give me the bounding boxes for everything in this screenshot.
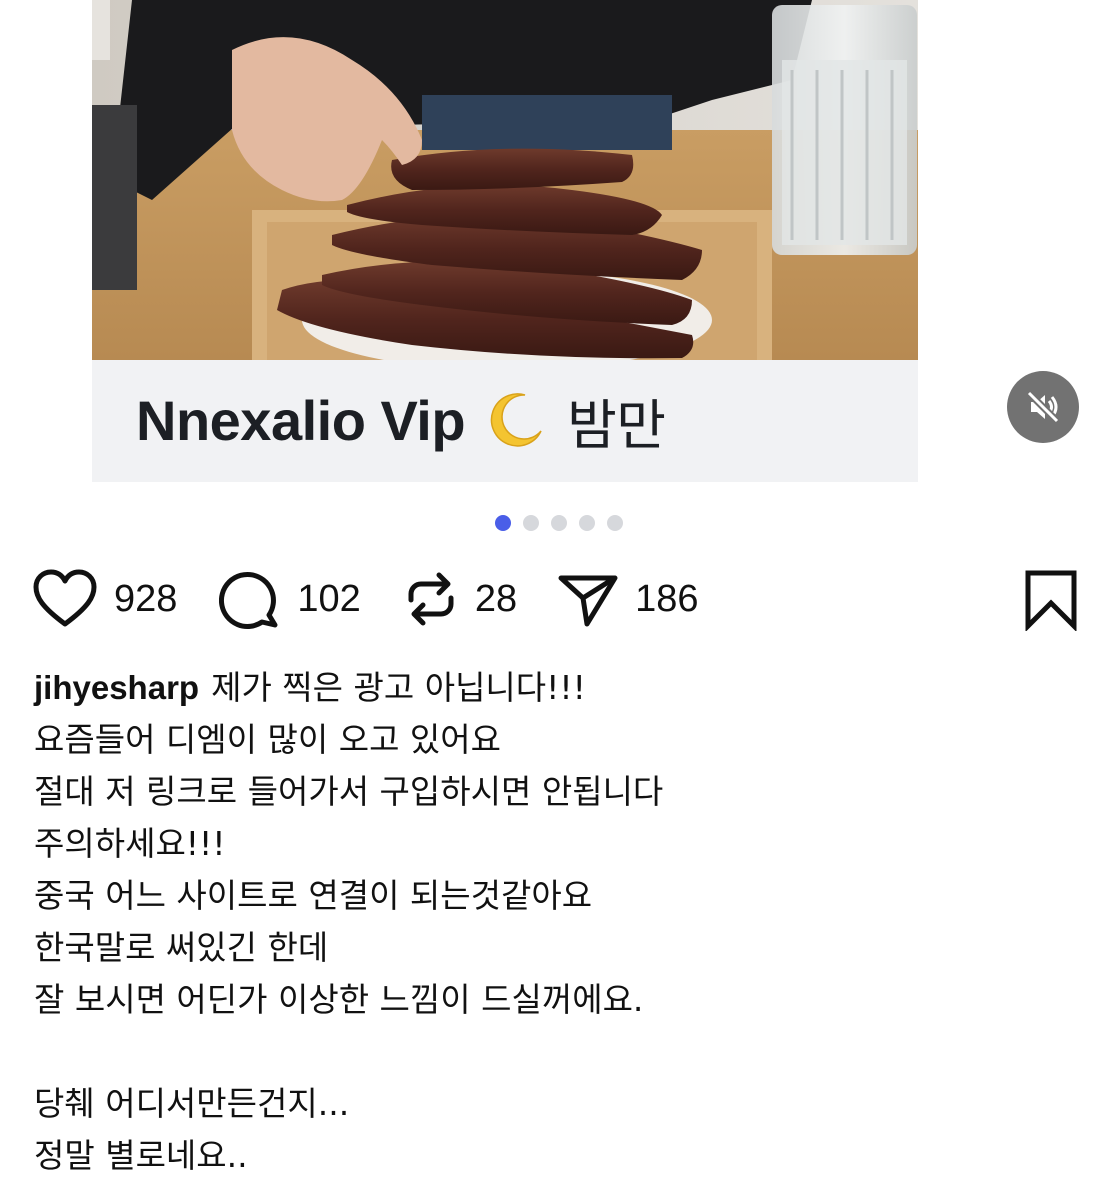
comment-button[interactable]: 102 [219,566,361,632]
crescent-moon-icon [487,391,545,449]
post-caption: jihyesharp 제가 찍은 광고 아닙니다!!! 요즘들어 디엠이 많이 오… [34,662,1094,1182]
repost-button[interactable]: 28 [403,566,517,632]
post-text-line: 제가 찍은 광고 아닙니다!!! [211,668,586,707]
post-first-line: jihyesharp 제가 찍은 광고 아닙니다!!! [34,662,1094,714]
post-text-line: 절대 저 링크로 들어가서 구입하시면 안됩니다 [34,772,664,811]
caption-korean: 밤만 [567,393,666,457]
share-count: 186 [635,577,699,620]
share-button[interactable]: 186 [557,566,699,632]
post-text-line: 한국말로 써있긴 한데 [34,928,329,967]
carousel-dot[interactable] [579,515,595,531]
carousel-indicator[interactable] [495,515,623,531]
speaker-muted-icon [1026,390,1060,424]
mute-button[interactable] [1007,371,1079,443]
post-media[interactable]: Nnexalio Vip 밤만 [92,0,918,482]
carousel-dot[interactable] [607,515,623,531]
comment-count: 102 [297,577,361,620]
media-caption-bar: Nnexalio Vip 밤만 [92,360,918,482]
carousel-dot[interactable] [523,515,539,531]
post-action-bar: 928 102 28 186 [32,566,699,632]
like-count: 928 [114,577,178,620]
heart-icon [33,569,97,627]
product-photo[interactable] [92,0,918,360]
paper-plane-icon [558,575,618,627]
post-text-line: 잘 보시면 어딘가 이상한 느낌이 드실꺼에요. [34,980,644,1019]
post-text-line: 정말 별로네요.. [34,1136,248,1175]
media-caption: Nnexalio Vip 밤만 [136,380,666,460]
post-text-line: 당췌 어디서만든건지... [34,1084,350,1123]
post-text-line: 중국 어느 사이트로 연결이 되는것같아요 [34,876,593,915]
bookmark-button[interactable] [1022,569,1080,633]
like-button[interactable]: 928 [32,566,177,632]
post-text-line: 요즘들어 디엠이 많이 오고 있어요 [34,720,501,759]
carousel-dot[interactable] [551,515,567,531]
post-username[interactable]: jihyesharp [34,669,199,706]
bookmark-icon [1025,570,1077,633]
repost-arrows-icon [408,572,454,626]
caption-brand: Nnexalio Vip [136,388,466,452]
repost-count: 28 [474,577,518,620]
post-text-line: 주의하세요!!! [34,824,226,863]
speech-bubble-icon [219,572,278,629]
carousel-dot-active[interactable] [495,515,511,531]
